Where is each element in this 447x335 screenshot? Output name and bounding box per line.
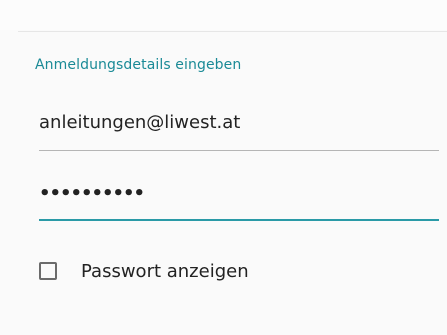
show-password-label[interactable]: Passwort anzeigen (81, 261, 249, 282)
password-field[interactable]: •••••••••• (39, 183, 439, 223)
show-password-checkbox[interactable] (39, 262, 57, 280)
top-bar (0, 0, 447, 30)
password-input-value[interactable]: •••••••••• (39, 183, 145, 204)
email-input-value[interactable]: anleitungen@liwest.at (39, 112, 240, 133)
section-title: Anmeldungsdetails eingeben (35, 57, 242, 73)
email-field[interactable]: anleitungen@liwest.at (39, 112, 439, 152)
email-underline (39, 150, 439, 151)
password-underline (39, 219, 439, 221)
top-divider (18, 31, 447, 32)
show-password-row[interactable]: Passwort anzeigen (39, 259, 249, 283)
